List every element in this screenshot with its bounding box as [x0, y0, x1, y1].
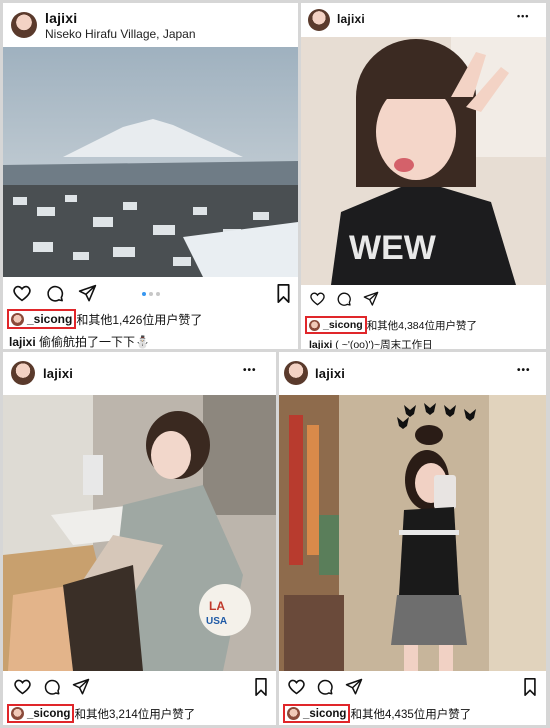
liker-avatar [11, 707, 24, 720]
heart-icon[interactable] [12, 284, 32, 302]
post-photo[interactable] [3, 47, 298, 277]
avatar[interactable] [308, 9, 330, 31]
post-card-3: lajixi ••• LA USA _sicong 和其他3,214位用户赞了 [3, 352, 276, 725]
bookmark-icon[interactable] [523, 678, 537, 696]
selfie-photo: WEW [301, 37, 546, 285]
liker-avatar [287, 707, 300, 720]
post-photo[interactable]: LA USA [3, 395, 276, 671]
post-header: lajixi ••• [3, 352, 276, 392]
post-photo[interactable] [279, 395, 546, 671]
svg-text:WEW: WEW [349, 229, 437, 267]
likes-line: _sicong 和其他1,426位用户赞了 [7, 309, 202, 329]
liker-name[interactable]: _sicong [303, 708, 346, 720]
username[interactable]: lajixi [43, 366, 73, 381]
liker-avatar [309, 319, 320, 331]
post-card-2: lajixi ••• WEW _sicong 和其他4,384位用户赞了 laji… [301, 3, 546, 349]
bookmark-icon[interactable] [254, 678, 268, 696]
post-card-1: lajixi Niseko Hirafu Village, Japan _sic… [3, 3, 298, 349]
post-header: lajixi Niseko Hirafu Village, Japan [3, 3, 298, 47]
likes-count-text[interactable]: 和其他4,435位用户赞了 [350, 706, 471, 722]
caption-username[interactable]: lajixi [9, 335, 36, 349]
bookmark-icon[interactable] [276, 284, 291, 303]
carousel-indicator [142, 292, 160, 296]
post-actions [3, 282, 298, 308]
post-header: lajixi ••• [279, 352, 546, 392]
share-icon[interactable] [345, 678, 363, 696]
comment-icon[interactable] [45, 284, 65, 303]
liker-highlight[interactable]: _sicong [7, 309, 77, 329]
post-photo[interactable]: WEW [301, 37, 546, 285]
liker-highlight[interactable]: _sicong [283, 704, 351, 723]
likes-line: _sicong 和其他4,435位用户赞了 [283, 704, 471, 723]
mirror-selfie-photo [279, 395, 546, 671]
likes-count-text[interactable]: 和其他4,384位用户赞了 [367, 318, 477, 333]
caption: lajixi ( ~'(oo)')~周末工作日 [309, 337, 433, 349]
avatar[interactable] [11, 361, 35, 385]
liker-highlight[interactable]: _sicong [7, 704, 75, 723]
caption-text: 偷偷航拍了一下下⛄ [39, 335, 150, 349]
share-icon[interactable] [72, 678, 90, 696]
liker-highlight[interactable]: _sicong [305, 316, 367, 334]
heart-icon[interactable] [13, 678, 32, 695]
liker-name[interactable]: _sicong [323, 319, 363, 331]
liker-avatar [11, 312, 24, 326]
share-icon[interactable] [363, 291, 379, 307]
post-actions [279, 676, 546, 702]
comment-icon[interactable] [336, 291, 352, 307]
svg-text:USA: USA [206, 616, 227, 627]
likes-line: _sicong 和其他4,384位用户赞了 [305, 316, 477, 334]
liker-name[interactable]: _sicong [27, 312, 72, 326]
caption-username[interactable]: lajixi [309, 339, 332, 349]
username[interactable]: lajixi [315, 366, 345, 381]
mountain-village-photo [3, 47, 298, 277]
username[interactable]: lajixi [45, 10, 77, 26]
post-card-4: lajixi ••• _sicong 和其他4,435位用户赞了 [279, 352, 546, 725]
liker-name[interactable]: _sicong [27, 708, 70, 720]
heart-icon[interactable] [287, 678, 306, 695]
comment-icon[interactable] [43, 678, 61, 696]
more-options-icon[interactable]: ••• [243, 365, 257, 376]
likes-count-text[interactable]: 和其他1,426位用户赞了 [76, 311, 202, 328]
more-options-icon[interactable]: ••• [517, 365, 531, 376]
chair-pose-photo: LA USA [3, 395, 276, 671]
svg-text:LA: LA [209, 599, 225, 613]
share-icon[interactable] [78, 284, 97, 303]
likes-count-text[interactable]: 和其他3,214位用户赞了 [74, 706, 195, 722]
avatar[interactable] [11, 12, 37, 38]
heart-icon[interactable] [309, 291, 326, 306]
username[interactable]: lajixi [337, 12, 365, 26]
caption: lajixi 偷偷航拍了一下下⛄ [9, 333, 150, 349]
avatar[interactable] [284, 361, 308, 385]
post-actions [301, 289, 546, 315]
more-options-icon[interactable]: ••• [517, 11, 529, 21]
post-header: lajixi ••• [301, 3, 546, 37]
location[interactable]: Niseko Hirafu Village, Japan [45, 27, 196, 41]
comment-icon[interactable] [316, 678, 334, 696]
likes-line: _sicong 和其他3,214位用户赞了 [7, 704, 195, 723]
caption-text: ( ~'(oo)')~周末工作日 [335, 339, 433, 349]
post-actions [3, 676, 276, 702]
